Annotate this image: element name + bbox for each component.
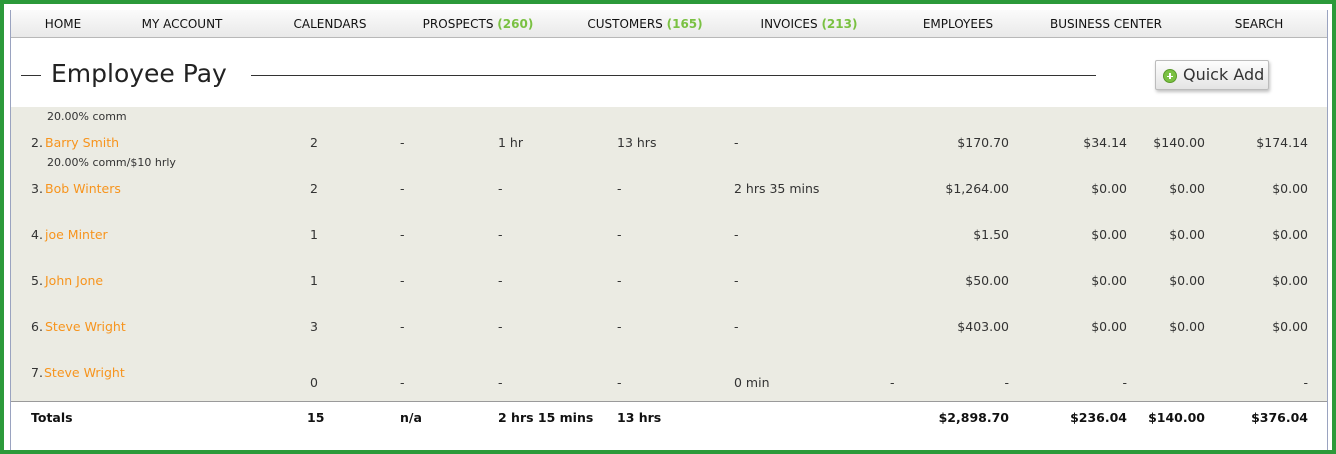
totals-col4: 13 hrs	[617, 410, 662, 425]
nav-customers[interactable]: CUSTOMERS (165)	[587, 17, 702, 31]
cell-col3: -	[498, 375, 503, 390]
table-row: 6. Steve Wright 3 - - - - $403.00 $0.00 …	[11, 311, 1327, 357]
cell-col2: -	[400, 135, 405, 150]
jobs-count: 2	[310, 181, 318, 196]
nav-invoices[interactable]: INVOICES (213)	[761, 17, 858, 31]
cell-col9: $0.00	[1169, 181, 1205, 196]
cell-col2: -	[400, 375, 405, 390]
table-row: 7. Steve Wright 0 - - - 0 min - - - -	[11, 357, 1327, 403]
jobs-count: 2	[310, 135, 318, 150]
pay-rate-note: 20.00% comm	[47, 110, 127, 123]
table-row: 20.00% comm	[11, 74, 1327, 123]
invoices-count-badge: (213)	[821, 17, 858, 31]
cell-col6: -	[890, 375, 895, 390]
cell-col2: -	[400, 319, 405, 334]
customers-count-badge: (165)	[666, 17, 703, 31]
row-number: 6.	[31, 319, 43, 334]
row-number: 7.	[31, 365, 43, 380]
cell-col9: $0.00	[1169, 319, 1205, 334]
nav-employees[interactable]: EMPLOYEES	[923, 17, 993, 31]
cell-col3: 1 hr	[498, 135, 523, 150]
cell-col10: $174.14	[1256, 135, 1308, 150]
totals-col3: 2 hrs 15 mins	[498, 410, 594, 425]
nav-business-center[interactable]: BUSINESS CENTER	[1050, 17, 1162, 31]
jobs-count: 1	[310, 227, 318, 242]
cell-col2: -	[400, 227, 405, 242]
employee-name-link[interactable]: Bob Winters	[45, 181, 121, 196]
employee-name-link[interactable]: Steve Wright	[45, 319, 126, 334]
cell-col5: -	[734, 319, 739, 334]
cell-col3: -	[498, 227, 503, 242]
employee-name-link[interactable]: Steve Wright	[44, 365, 125, 380]
pay-rate-note: 20.00% comm/$10 hrly	[47, 156, 176, 169]
totals-col7: $2,898.70	[938, 410, 1009, 425]
cell-col5: 0 min	[734, 375, 770, 390]
cell-col7: $1.50	[973, 227, 1009, 242]
cell-col4: -	[617, 181, 622, 196]
cell-col10: $0.00	[1272, 273, 1308, 288]
cell-col8: -	[1122, 375, 1127, 390]
nav-search[interactable]: SEARCH	[1235, 17, 1284, 31]
nav-home[interactable]: HOME	[45, 17, 81, 31]
cell-col2: -	[400, 181, 405, 196]
totals-label: Totals	[31, 410, 73, 425]
jobs-count: 0	[310, 375, 318, 390]
table-row: 2. Barry Smith 20.00% comm/$10 hrly 2 - …	[11, 127, 1327, 173]
employee-name-link[interactable]: joe Minter	[45, 227, 108, 242]
cell-col4: 13 hrs	[617, 135, 657, 150]
cell-col5: -	[734, 135, 739, 150]
app-frame: HOME MY ACCOUNT CALENDARS PROSPECTS (260…	[4, 4, 1332, 450]
cell-col10: $0.00	[1272, 319, 1308, 334]
row-number: 3.	[31, 181, 43, 196]
row-number: 4.	[31, 227, 43, 242]
totals-row: Totals 15 n/a 2 hrs 15 mins 13 hrs $2,89…	[11, 401, 1327, 450]
employee-name-link[interactable]: Barry Smith	[45, 135, 119, 150]
totals-col9: $140.00	[1148, 410, 1205, 425]
cell-col4: -	[617, 319, 622, 334]
nav-calendars[interactable]: CALENDARS	[293, 17, 366, 31]
cell-col10: $0.00	[1272, 181, 1308, 196]
table-row: 3. Bob Winters 2 - - - 2 hrs 35 mins $1,…	[11, 173, 1327, 219]
nav-my-account[interactable]: MY ACCOUNT	[142, 17, 223, 31]
employee-name-link[interactable]: John Jone	[45, 273, 103, 288]
cell-col5: -	[734, 227, 739, 242]
totals-col10: $376.04	[1251, 410, 1308, 425]
cell-col9: $0.00	[1169, 227, 1205, 242]
nav-prospects[interactable]: PROSPECTS (260)	[423, 17, 534, 31]
cell-col7: -	[1004, 375, 1009, 390]
cell-col5: 2 hrs 35 mins	[734, 181, 820, 196]
cell-col3: -	[498, 181, 503, 196]
cell-col7: $1,264.00	[945, 181, 1009, 196]
cell-col3: -	[498, 319, 503, 334]
cell-col3: -	[498, 273, 503, 288]
table-row: 5. John Jone 1 - - - - $50.00 $0.00 $0.0…	[11, 265, 1327, 311]
cell-col7: $50.00	[965, 273, 1009, 288]
cell-col5: -	[734, 273, 739, 288]
cell-col4: -	[617, 227, 622, 242]
cell-col7: $170.70	[957, 135, 1009, 150]
jobs-count: 3	[310, 319, 318, 334]
cell-col9: $140.00	[1153, 135, 1205, 150]
cell-col7: $403.00	[957, 319, 1009, 334]
cell-col10: -	[1303, 375, 1308, 390]
table-row: 4. joe Minter 1 - - - - $1.50 $0.00 $0.0…	[11, 219, 1327, 265]
cell-col4: -	[617, 273, 622, 288]
row-number: 2.	[31, 135, 43, 150]
cell-col9: $0.00	[1169, 273, 1205, 288]
totals-col2: n/a	[400, 410, 422, 425]
totals-jobs: 15	[307, 410, 325, 425]
row-number: 5.	[31, 273, 43, 288]
jobs-count: 1	[310, 273, 318, 288]
cell-col10: $0.00	[1272, 227, 1308, 242]
prospects-count-badge: (260)	[497, 17, 534, 31]
top-nav: HOME MY ACCOUNT CALENDARS PROSPECTS (260…	[11, 10, 1327, 38]
cell-col2: -	[400, 273, 405, 288]
app-window: HOME MY ACCOUNT CALENDARS PROSPECTS (260…	[10, 10, 1328, 450]
employee-pay-table: 20.00% comm 2. Barry Smith 20.00% comm/$…	[11, 107, 1327, 402]
cell-col4: -	[617, 375, 622, 390]
